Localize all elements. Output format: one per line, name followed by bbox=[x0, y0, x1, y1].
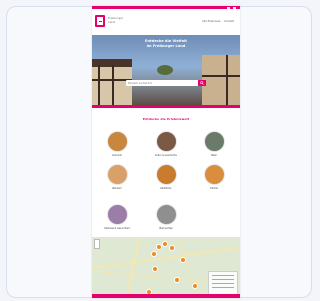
category-image bbox=[106, 204, 128, 225]
category-image bbox=[106, 164, 128, 185]
hero-title: Entdecke die Vielfalt im Freiburger Land bbox=[92, 39, 240, 48]
hero-beam bbox=[98, 65, 100, 105]
category-tile[interactable]: Übernachten bbox=[150, 204, 182, 230]
hero-search bbox=[126, 80, 206, 86]
category-label: Übernachten bbox=[158, 227, 174, 230]
category-tile[interactable]: Kultur & Geschichte bbox=[150, 131, 182, 157]
map-marker[interactable] bbox=[152, 266, 158, 272]
map-road bbox=[125, 237, 140, 298]
categories-title: Entdecke die Erlebniswelt bbox=[142, 117, 190, 121]
map-marker[interactable] bbox=[151, 251, 157, 257]
map-marker[interactable] bbox=[174, 277, 180, 283]
map-road bbox=[92, 246, 240, 269]
map-widget[interactable] bbox=[92, 237, 240, 298]
map-marker[interactable] bbox=[162, 241, 168, 247]
category-image bbox=[203, 131, 225, 152]
category-label: Kultur & Geschichte bbox=[155, 154, 177, 157]
category-image bbox=[155, 204, 177, 225]
category-image bbox=[203, 164, 225, 185]
category-label: Natur bbox=[210, 154, 218, 157]
map-marker[interactable] bbox=[192, 283, 198, 289]
category-tile[interactable]: Radfahren bbox=[150, 164, 182, 190]
search-button[interactable] bbox=[198, 80, 206, 86]
main-nav: Alle Erlebnisse Kontakt bbox=[202, 20, 234, 23]
search-input[interactable] bbox=[126, 80, 198, 86]
category-label: Familie bbox=[210, 187, 218, 190]
category-tile[interactable]: Kulinarik bbox=[101, 131, 133, 157]
brand-logo-icon[interactable] bbox=[95, 15, 105, 27]
category-label: Wandern bbox=[112, 187, 122, 190]
website-preview: Freiburger Land Alle Erlebnisse Kontakt … bbox=[92, 6, 240, 298]
hero-beam bbox=[202, 75, 240, 77]
search-icon bbox=[200, 81, 204, 85]
category-image bbox=[106, 131, 128, 152]
hero-banner: Entdecke die Vielfalt im Freiburger Land bbox=[92, 35, 240, 105]
hero-title-line2: im Freiburger Land bbox=[146, 43, 186, 48]
map-marker[interactable] bbox=[169, 245, 175, 251]
map-zoom-control[interactable] bbox=[94, 239, 100, 249]
hero-beam bbox=[226, 55, 228, 105]
category-image bbox=[155, 164, 177, 185]
category-tile[interactable]: Natur bbox=[198, 131, 230, 157]
hero-plant bbox=[157, 65, 173, 75]
brand-name: Freiburger Land bbox=[108, 16, 124, 24]
category-image bbox=[155, 131, 177, 152]
category-tile[interactable]: Familie bbox=[198, 164, 230, 190]
nav-item-contact[interactable]: Kontakt bbox=[224, 20, 234, 23]
hero-house-right bbox=[202, 55, 240, 105]
map-footer-band bbox=[92, 294, 240, 298]
category-tile[interactable]: Wellness & Gesundheit bbox=[101, 204, 133, 230]
nav-item-all-experiences[interactable]: Alle Erlebnisse bbox=[202, 20, 220, 23]
map-marker[interactable] bbox=[180, 257, 186, 263]
category-label: Radfahren bbox=[160, 187, 172, 190]
category-tile[interactable]: Wandern bbox=[101, 164, 133, 190]
category-label: Wellness & Gesundheit bbox=[104, 227, 130, 230]
map-marker[interactable] bbox=[156, 244, 162, 250]
category-label: Kulinarik bbox=[112, 154, 122, 157]
hero-bottom-strip bbox=[92, 105, 240, 108]
hero-beam bbox=[112, 65, 114, 105]
site-header: Freiburger Land Alle Erlebnisse Kontakt bbox=[92, 9, 240, 35]
map-legend bbox=[208, 271, 238, 295]
